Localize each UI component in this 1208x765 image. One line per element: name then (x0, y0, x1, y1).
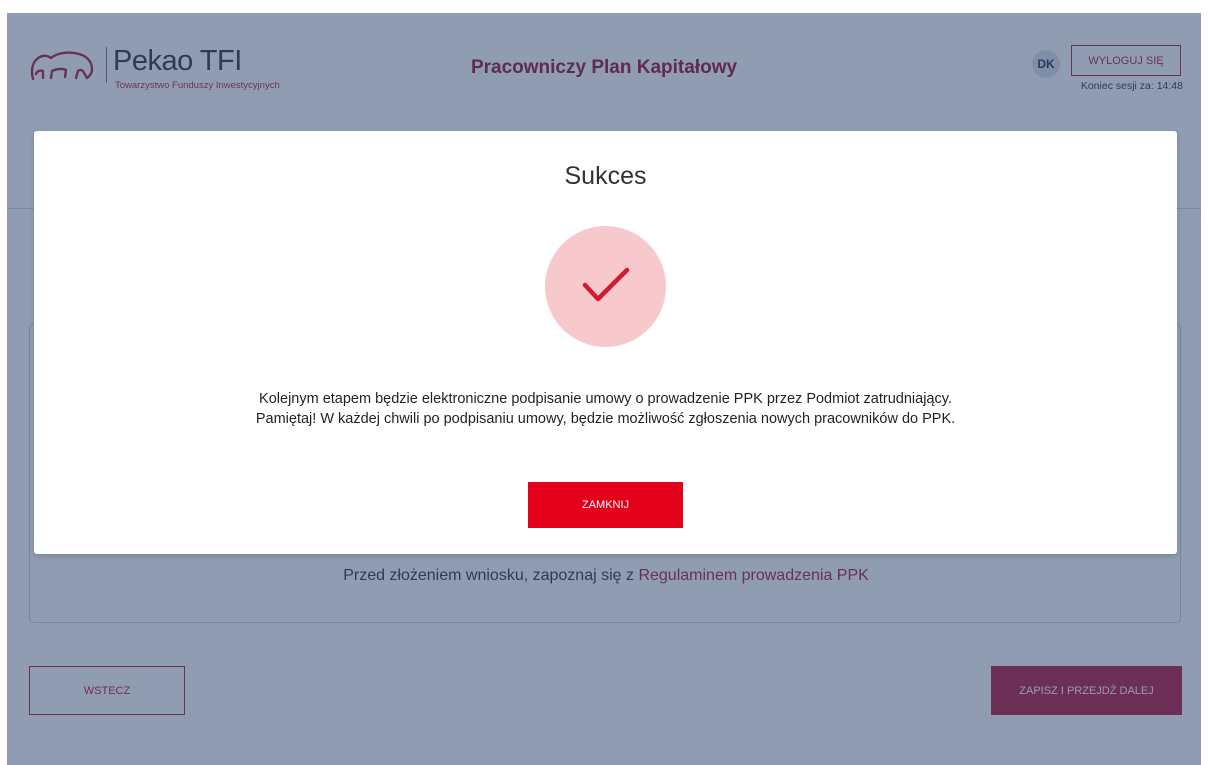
close-button[interactable]: ZAMKNIJ (528, 482, 683, 528)
success-modal: Sukces Kolejnym etapem będzie elektronic… (34, 131, 1177, 554)
app-frame: Pekao TFI Towarzystwo Funduszy Inwestycy… (7, 13, 1201, 765)
check-icon (582, 267, 630, 302)
modal-message-line: Kolejnym etapem będzie elektroniczne pod… (259, 391, 952, 407)
modal-message-line: Pamiętaj! W każdej chwili po podpisaniu … (255, 411, 956, 427)
modal-title: Sukces (564, 162, 647, 190)
modal-message: Kolejnym etapem będzie elektroniczne pod… (34, 389, 1177, 429)
success-circle (545, 226, 666, 347)
